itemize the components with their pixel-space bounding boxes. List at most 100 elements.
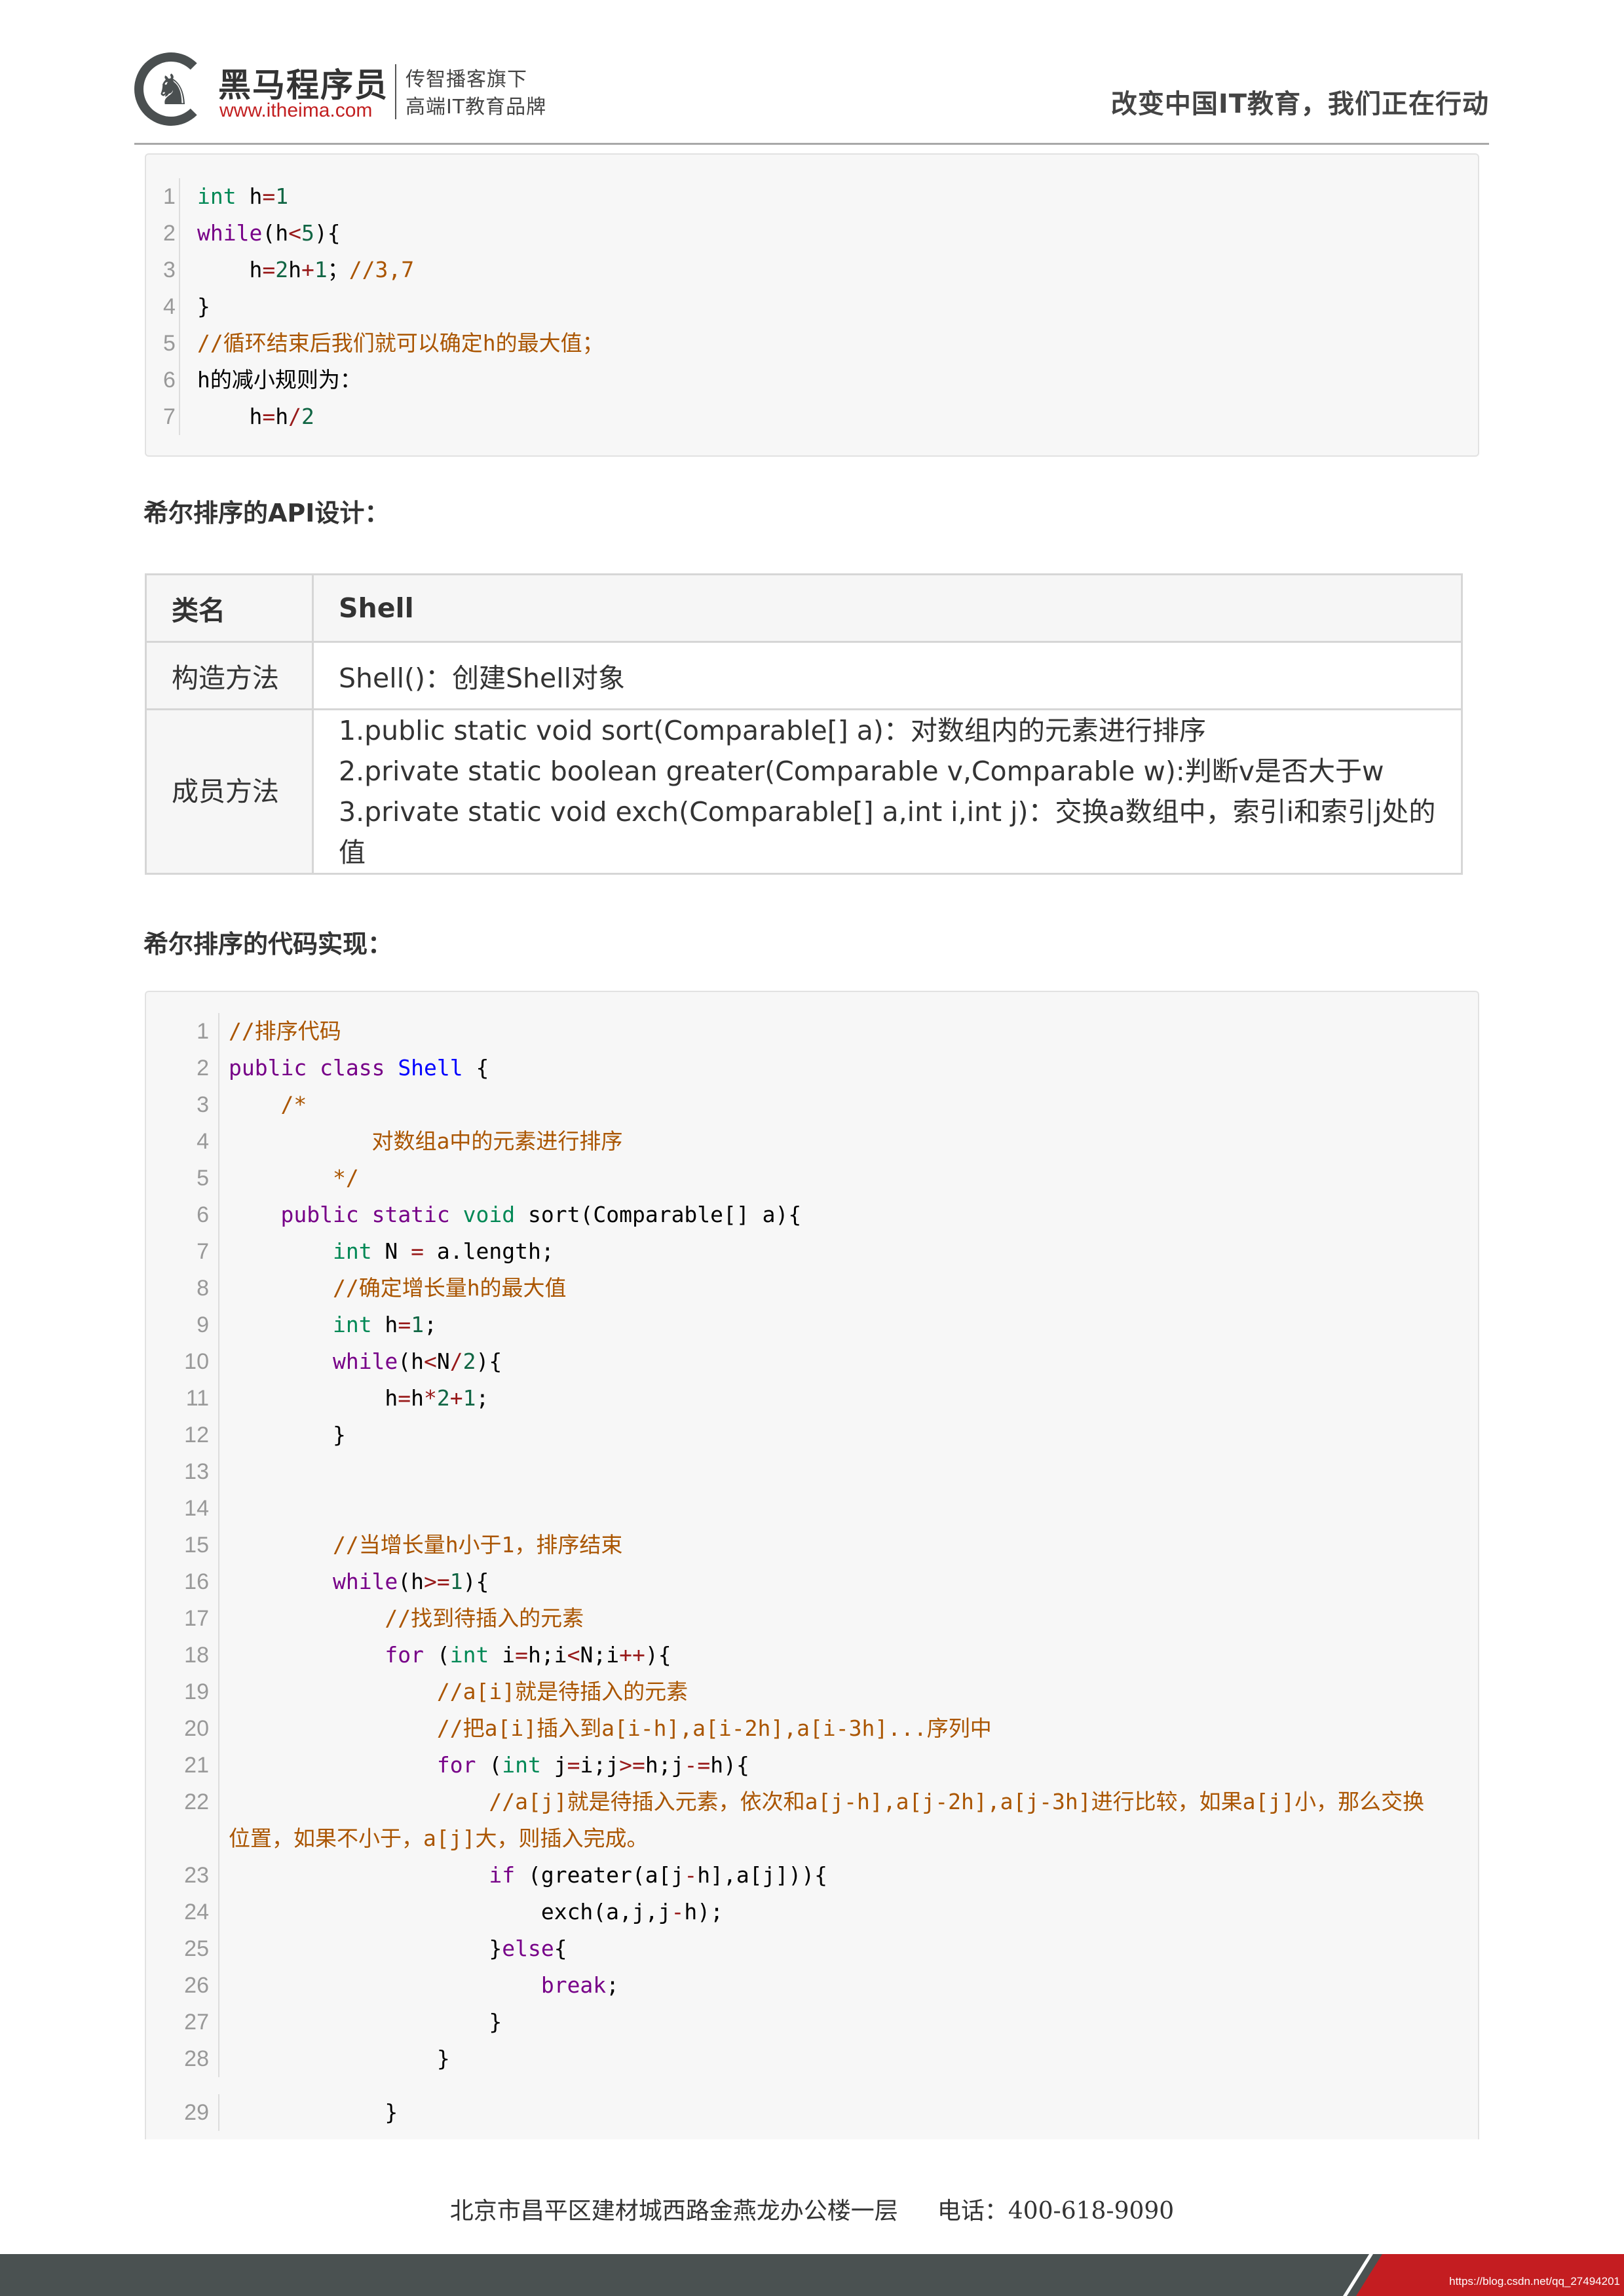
- code-token: //把a[i]插入到a[i-h],a[i-2h],a[i-3h]...序列中: [436, 1715, 992, 1741]
- code-token: {: [463, 1055, 489, 1081]
- code-token: -: [684, 1862, 698, 1888]
- code-text: exch(a,j,j-h);: [218, 1894, 1478, 1930]
- code-line: 4}: [146, 288, 1478, 325]
- code-text: while(h>=1){: [218, 1563, 1478, 1600]
- code-text: 对数组a中的元素进行排序: [218, 1123, 1478, 1160]
- code-line: 28 }: [146, 2040, 1478, 2077]
- code-line: 23 if (greater(a[j-h],a[j])){: [146, 1857, 1478, 1894]
- code-text: }else{: [218, 1930, 1478, 1967]
- code-text: }: [218, 2004, 1478, 2040]
- line-number: 2: [163, 221, 176, 246]
- tagline-2: 高端IT教育品牌: [406, 96, 547, 119]
- code-text: //确定增长量h的最大值: [218, 1270, 1478, 1307]
- line-number: 23: [184, 1863, 209, 1888]
- code-token: i;j: [580, 1752, 620, 1778]
- code-token: -: [671, 1899, 685, 1924]
- code-line: 24 exch(a,j,j-h);: [146, 1894, 1478, 1930]
- code-line: 5 */: [146, 1160, 1478, 1196]
- member-method: 1.public static void sort(Comparable[] a…: [339, 715, 1206, 746]
- code-token: =: [411, 1238, 425, 1264]
- code-token: ){: [463, 1569, 489, 1594]
- line-number: 9: [197, 1312, 209, 1337]
- code-token: class: [320, 1055, 385, 1081]
- code-token: //3,7: [349, 257, 415, 282]
- code-token: //当增长量h小于1，排序结束: [332, 1532, 623, 1558]
- code-token: +: [449, 1385, 463, 1411]
- code-token: ){: [476, 1349, 502, 1374]
- code-token: public: [229, 1055, 307, 1081]
- table-value: Shell: [312, 573, 1463, 643]
- member-method: 3.private static void exch(Comparable[] …: [339, 796, 1436, 868]
- tagline-1: 传智播客旗下: [406, 68, 527, 91]
- api-table: 类名 Shell 构造方法 Shell()：创建Shell对象 成员方法 1.p…: [145, 573, 1463, 875]
- code-token: h: [229, 1385, 398, 1411]
- line-number: 12: [184, 1423, 209, 1447]
- code-token: N;i: [580, 1642, 620, 1668]
- code-token: ;: [606, 1972, 620, 1998]
- line-number: 15: [184, 1533, 209, 1558]
- code-text: h=h/2: [179, 398, 1478, 435]
- code-line: 13: [146, 1453, 1478, 1490]
- code-line: 20 //把a[i]插入到a[i-h],a[i-2h],a[i-3h]...序列…: [146, 1710, 1478, 1747]
- code-token: (h: [262, 220, 289, 246]
- code-token: i: [489, 1642, 516, 1668]
- code-line: 19 //a[i]就是待插入的元素: [146, 1674, 1478, 1710]
- code-text: //找到待插入的元素: [218, 1600, 1478, 1637]
- code-token: /*: [280, 1092, 307, 1117]
- code-token: +: [301, 257, 314, 282]
- line-number: 19: [184, 1679, 209, 1704]
- code-text: //循环结束后我们就可以确定h的最大值；: [179, 325, 1478, 362]
- line-number: 5: [197, 1166, 209, 1191]
- code-token: ;: [424, 1312, 437, 1337]
- code-token: for: [385, 1642, 425, 1668]
- code-line: 9 int h=1;: [146, 1307, 1478, 1343]
- code-token: sort(Comparable[] a){: [515, 1202, 802, 1227]
- code-token: *: [424, 1385, 437, 1411]
- code-line: 3 /*: [146, 1086, 1478, 1123]
- section-title-code: 希尔排序的代码实现：: [143, 930, 393, 959]
- line-number: 28: [184, 2046, 209, 2071]
- code-text: */: [218, 1160, 1478, 1196]
- line-number: 18: [184, 1643, 209, 1668]
- code-line: 16 while(h>=1){: [146, 1563, 1478, 1600]
- line-number: 11: [185, 1386, 209, 1411]
- line-number: 14: [184, 1496, 209, 1521]
- code-token: }: [229, 2099, 398, 2125]
- code-token: while: [197, 220, 263, 246]
- code-text: while(h<N/2){: [218, 1343, 1478, 1380]
- code-token: public: [280, 1202, 359, 1227]
- code-token: h的减小规则为：: [197, 367, 362, 392]
- code-token: h){: [710, 1752, 749, 1778]
- code-token: h: [288, 257, 301, 282]
- table-row: 成员方法 1.public static void sort(Comparabl…: [145, 708, 1463, 875]
- line-number: 27: [184, 2010, 209, 2035]
- header-divider: [134, 143, 1489, 145]
- code-token: 2: [301, 404, 314, 429]
- code-token: =: [567, 1752, 580, 1778]
- code-token: int: [197, 183, 236, 209]
- code-token: j: [540, 1752, 567, 1778]
- code-text: }: [218, 2040, 1478, 2077]
- code-line: 11 h=h*2+1;: [146, 1380, 1478, 1417]
- code-text: }: [218, 1417, 1478, 1453]
- code-token: =: [262, 404, 276, 429]
- code-token: //确定增长量h的最大值: [332, 1275, 567, 1301]
- code-token: (h: [398, 1349, 425, 1374]
- code-token: 对数组a中的元素进行排序: [229, 1128, 623, 1154]
- code-token: 1: [411, 1312, 425, 1337]
- itheima-logo: ♞ 黑马程序员 www.itheima.com 传智播客旗下 高端IT教育品牌: [134, 51, 567, 130]
- csdn-watermark: https://blog.csdn.net/qq_27494201: [1449, 2275, 1620, 2287]
- code-line: 6 h的减小规则为：: [146, 362, 1478, 398]
- code-token: (: [424, 1642, 450, 1668]
- line-number: 4: [163, 294, 176, 319]
- table-key: 构造方法: [145, 641, 314, 710]
- horse-icon: ♞: [154, 66, 192, 115]
- line-number: 7: [197, 1239, 209, 1264]
